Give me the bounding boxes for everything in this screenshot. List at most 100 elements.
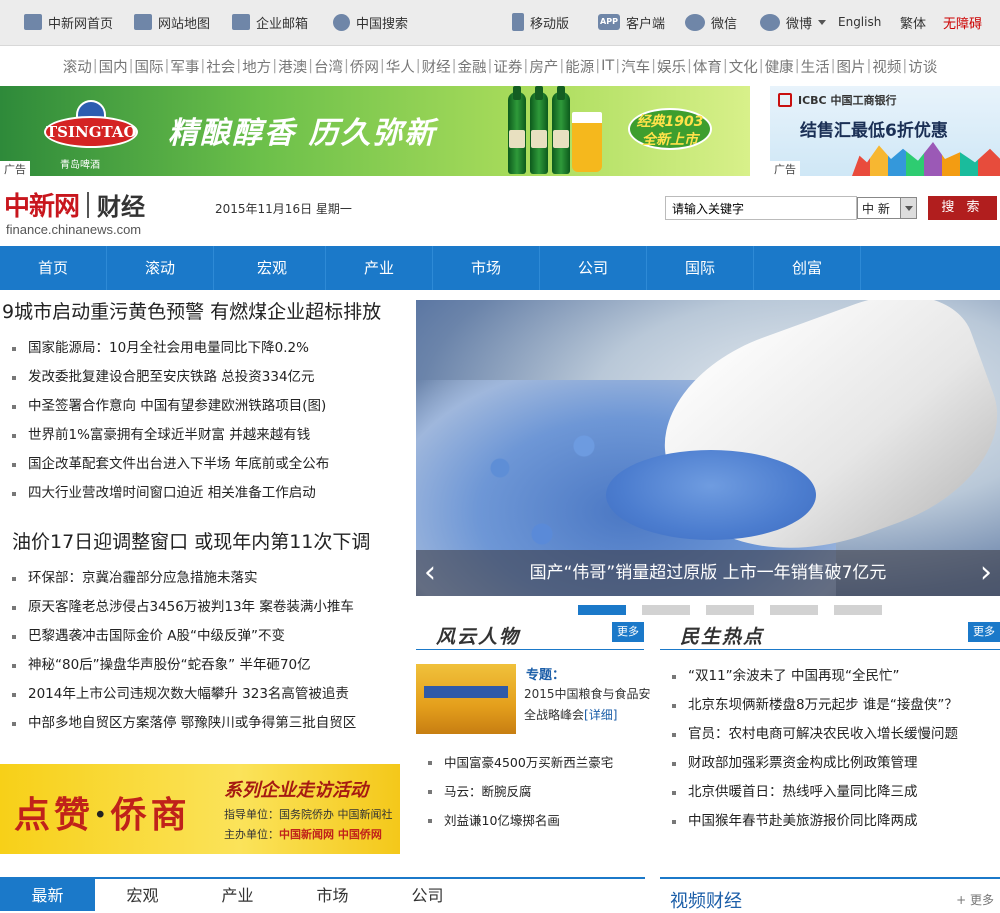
channel-link[interactable]: 社会: [206, 56, 235, 77]
nav-item[interactable]: 公司: [540, 246, 647, 290]
bottom-tab[interactable]: 宏观: [95, 879, 190, 911]
hero-caption[interactable]: 国产“伟哥”销量超过原版 上市一年销售破7亿元: [416, 550, 1000, 596]
lead-headline[interactable]: 9城市启动重污黄色预警 有燃煤企业超标排放: [0, 301, 381, 323]
news-list-item[interactable]: 世界前1%富豪拥有全球近半财富 并越来越有钱: [0, 421, 405, 450]
slide-dot-1[interactable]: [578, 605, 626, 615]
news-list-item[interactable]: 四大行业营改增时间窗口迫近 相关准备工作启动: [0, 479, 405, 508]
search-scope-select[interactable]: 中 新: [857, 197, 917, 219]
mobile-link[interactable]: 移动版: [512, 12, 569, 32]
ad-row: TSINGTAO 青岛啤酒 精酿醇香 历久弥新 经典1903 全新上市 广告 I…: [0, 86, 1000, 176]
fengyun-list-item[interactable]: 中国富豪4500万买新西兰豪宅: [416, 748, 644, 777]
minsheng-list-item[interactable]: 中国猴年春节赴美旅游报价同比降两成: [660, 807, 1000, 836]
nav-item[interactable]: 首页: [0, 246, 107, 290]
news-list-item[interactable]: 2014年上市公司违规次数大幅攀升 323名高管被追责: [0, 680, 405, 709]
search-button[interactable]: 搜 索: [928, 196, 997, 220]
channel-link[interactable]: 健康: [765, 56, 794, 77]
slide-dot-3[interactable]: [706, 605, 754, 615]
special-topic-detail-link[interactable]: [详细]: [584, 708, 617, 722]
sitemap-link[interactable]: 网站地图: [134, 12, 210, 32]
slide-dot-2[interactable]: [642, 605, 690, 615]
special-topic-image[interactable]: [416, 664, 516, 734]
channel-link[interactable]: 生活: [801, 56, 830, 77]
tsingtao-logo: TSINGTAO: [44, 100, 138, 158]
news-list-item[interactable]: 神秘“80后”操盘华声股份“蛇吞象” 半年砸70亿: [0, 651, 405, 680]
site-logo[interactable]: 中新网 财经: [4, 186, 145, 223]
minsheng-list-item[interactable]: 北京供暖首日：热线呼入量同比降三成: [660, 778, 1000, 807]
channel-link[interactable]: 图片: [836, 56, 865, 77]
channel-link[interactable]: 汽车: [621, 56, 650, 77]
nav-item[interactable]: 创富: [754, 246, 861, 290]
rss-icon: [232, 14, 250, 30]
channel-link[interactable]: 金融: [458, 56, 487, 77]
prev-slide-button[interactable]: ‹: [424, 558, 436, 588]
channel-link[interactable]: 台湾: [314, 56, 343, 77]
minsheng-list-item[interactable]: “双11”余波未了 中国再现“全民忙”: [660, 662, 1000, 691]
channel-link[interactable]: 军事: [170, 56, 199, 77]
channel-link[interactable]: IT: [601, 58, 614, 74]
channel-link[interactable]: 能源: [565, 56, 594, 77]
minsheng-list-item[interactable]: 财政部加强彩票资金构成比例政策管理: [660, 749, 1000, 778]
bottom-tab[interactable]: 产业: [190, 879, 285, 911]
channel-link[interactable]: 滚动: [63, 56, 92, 77]
second-headline[interactable]: 油价17日迎调整窗口 或现年内第11次下调: [0, 531, 370, 553]
news-list-item[interactable]: 原天客隆老总涉侵占3456万被判13年 案卷装满小推车: [0, 593, 405, 622]
slide-dot-4[interactable]: [770, 605, 818, 615]
news-list-item[interactable]: 国企改革配套文件出台进入下半场 年底前或全公布: [0, 450, 405, 479]
nav-item[interactable]: 宏观: [219, 246, 326, 290]
channel-link[interactable]: 访谈: [908, 56, 937, 77]
hero-slideshow[interactable]: 国产“伟哥”销量超过原版 上市一年销售破7亿元 ‹ ›: [416, 300, 1000, 596]
fengyun-more-button[interactable]: 更多: [612, 622, 644, 642]
nav-item[interactable]: 市场: [433, 246, 540, 290]
news-list-item[interactable]: 中部多地自贸区方案落停 鄂豫陕川或争得第三批自贸区: [0, 709, 405, 738]
china-search-link[interactable]: 中国搜索: [333, 12, 408, 32]
video-finance-title: 视频财经: [670, 891, 742, 912]
mail-link[interactable]: 企业邮箱: [232, 12, 308, 32]
news-list-item[interactable]: 发改委批复建设合肥至安庆铁路 总投资334亿元: [0, 363, 405, 392]
weibo-link[interactable]: 微博: [760, 12, 827, 32]
channel-link[interactable]: 房产: [529, 56, 558, 77]
fengyun-list-item[interactable]: 刘益谦10亿壕掷名画: [416, 806, 644, 835]
minsheng-list-item[interactable]: 官员：农村电商可解决农民收入增长缓慢问题: [660, 720, 1000, 749]
nav-item[interactable]: 滚动: [107, 246, 214, 290]
channel-link[interactable]: 娱乐: [657, 56, 686, 77]
nav-item[interactable]: 国际: [647, 246, 754, 290]
beer-bottle-image: [552, 86, 570, 174]
tsingtao-ad-banner[interactable]: TSINGTAO 青岛啤酒 精酿醇香 历久弥新 经典1903 全新上市 广告: [0, 86, 750, 176]
bottom-tab[interactable]: 市场: [285, 879, 380, 911]
channel-link[interactable]: 港澳: [278, 56, 307, 77]
channel-link[interactable]: 地方: [242, 56, 271, 77]
traditional-link[interactable]: 繁体: [900, 12, 926, 32]
icbc-ad-banner[interactable]: ICBC 中国工商银行 结售汇最低6折优惠 广告: [770, 86, 1000, 176]
channel-link[interactable]: 文化: [729, 56, 758, 77]
fengyun-list-item[interactable]: 马云：断腕反腐: [416, 777, 644, 806]
wechat-link[interactable]: 微信: [685, 12, 737, 32]
channel-link[interactable]: 体育: [693, 56, 722, 77]
slide-dot-5[interactable]: [834, 605, 882, 615]
news-list-item[interactable]: 巴黎遇袭冲击国际金价 A股“中级反弹”不变: [0, 622, 405, 651]
channel-link[interactable]: 国内: [99, 56, 128, 77]
home-link[interactable]: 中新网首页: [24, 12, 113, 32]
search-input[interactable]: [665, 196, 857, 220]
channel-link[interactable]: 财经: [422, 56, 451, 77]
video-more-link[interactable]: + 更多: [956, 891, 994, 908]
dianzan-qiaoshang-ad[interactable]: 点赞·侨商 系列企业走访活动 指导单位：国务院侨办 中国新闻社 主办单位：中国新…: [0, 764, 400, 854]
channel-link[interactable]: 视频: [872, 56, 901, 77]
channel-link[interactable]: 侨网: [350, 56, 379, 77]
accessible-link[interactable]: 无障碍: [943, 12, 982, 32]
client-link[interactable]: APP 客户端: [598, 12, 665, 32]
bottom-tab[interactable]: 最新: [0, 879, 95, 911]
home-link-label: 中新网首页: [48, 16, 114, 32]
minsheng-list-item[interactable]: 北京东坝俩新楼盘8万元起步 谁是“接盘侠”？: [660, 691, 1000, 720]
minsheng-more-button[interactable]: 更多: [968, 622, 1000, 642]
news-list-item[interactable]: 中圣签署合作意向 中国有望参建欧洲铁路项目(图): [0, 392, 405, 421]
english-link[interactable]: English: [838, 12, 881, 32]
news-list-item[interactable]: 环保部：京冀冶霾部分应急措施未落实: [0, 564, 405, 593]
next-slide-button[interactable]: ›: [980, 558, 992, 588]
bottom-tab[interactable]: 公司: [380, 879, 475, 911]
nav-item[interactable]: 产业: [326, 246, 433, 290]
channel-link[interactable]: 证券: [493, 56, 522, 77]
channel-link[interactable]: 国际: [135, 56, 164, 77]
channel-link[interactable]: 华人: [386, 56, 415, 77]
news-list-item[interactable]: 国家能源局：10月全社会用电量同比下降0.2%: [0, 334, 405, 363]
news-list-1: 国家能源局：10月全社会用电量同比下降0.2% 发改委批复建设合肥至安庆铁路 总投…: [0, 334, 405, 508]
